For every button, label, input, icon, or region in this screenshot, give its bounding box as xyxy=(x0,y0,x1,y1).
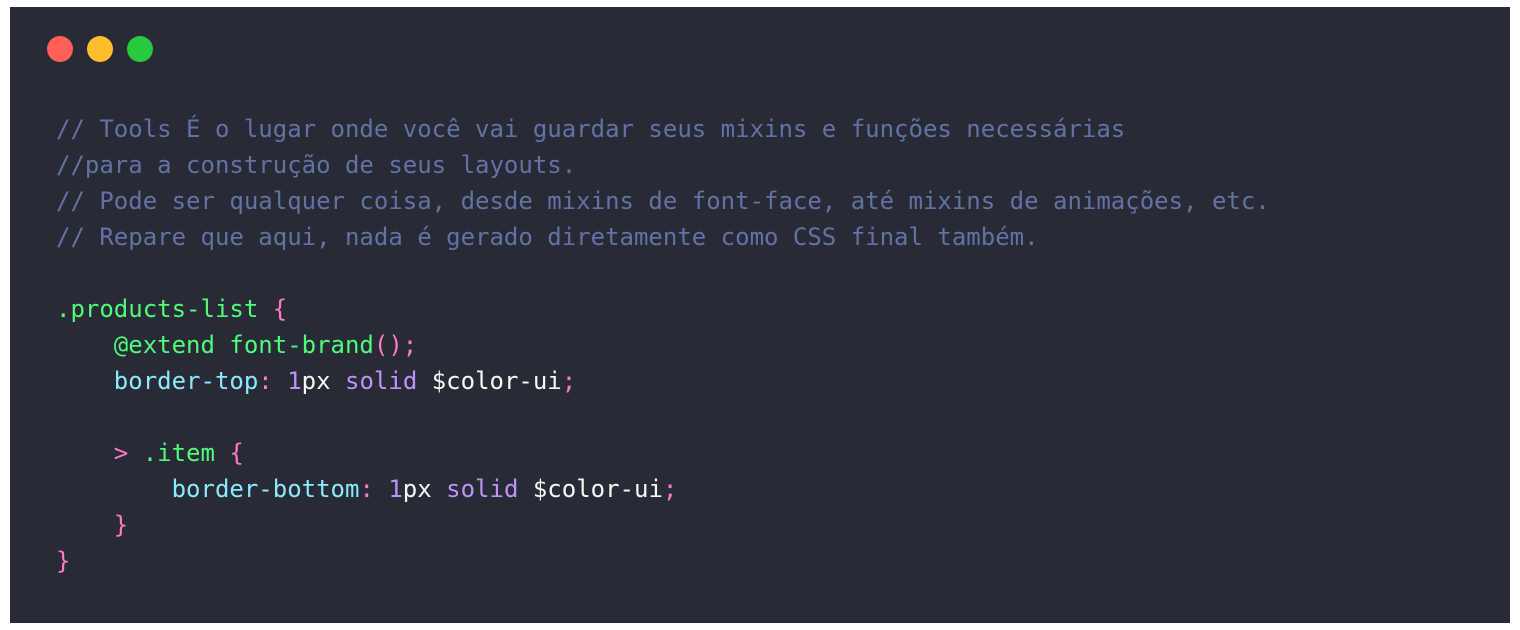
code-line: > .item { xyxy=(56,435,1270,471)
code-token-text: $color-ui xyxy=(518,475,663,503)
code-token-comment: // Tools É o lugar onde você vai guardar… xyxy=(56,115,1126,143)
code-token-number: 1 xyxy=(287,367,302,395)
code-token-keyword: solid xyxy=(446,475,519,503)
code-token-selector: @extend font-brand xyxy=(113,331,374,359)
code-token-text: px xyxy=(402,475,447,503)
code-token-property: border-bottom xyxy=(171,475,360,503)
code-token-brace: : xyxy=(359,475,389,503)
code-token-brace: { xyxy=(272,295,288,323)
code-token-keyword: solid xyxy=(345,367,418,395)
code-line: } xyxy=(56,543,1270,579)
code-token-brace: ; xyxy=(662,475,678,503)
code-token-brace: > xyxy=(113,439,143,467)
code-line: border-top: 1px solid $color-ui; xyxy=(56,363,1270,399)
code-line: // Repare que aqui, nada é gerado direta… xyxy=(56,219,1270,255)
code-line: // Tools É o lugar onde você vai guardar… xyxy=(56,111,1270,147)
code-token-property: border-top xyxy=(113,367,259,395)
code-token-selector: .item xyxy=(142,439,230,467)
maximize-dot-icon[interactable] xyxy=(127,36,153,62)
code-token-comment: // Repare que aqui, nada é gerado direta… xyxy=(56,223,1039,251)
code-token-brace: } xyxy=(113,511,129,539)
code-window: // Tools É o lugar onde você vai guardar… xyxy=(10,7,1510,623)
code-token-brace: ; xyxy=(561,367,577,395)
code-token-brace: { xyxy=(229,439,244,467)
code-token-text: $color-ui xyxy=(417,367,562,395)
code-token-brace: ; xyxy=(402,331,418,359)
code-token-selector: .products-list xyxy=(56,295,273,323)
code-token-comment: // Pode ser qualquer coisa, desde mixins… xyxy=(56,187,1270,215)
code-block: // Tools É o lugar onde você vai guardar… xyxy=(56,111,1270,579)
code-line: .products-list { xyxy=(56,291,1270,327)
code-token-comment: //para a construção de seus layouts. xyxy=(56,151,577,179)
code-token-brace: () xyxy=(373,331,403,359)
code-token-brace: : xyxy=(258,367,288,395)
code-line: border-bottom: 1px solid $color-ui; xyxy=(56,471,1270,507)
code-line: } xyxy=(56,507,1270,543)
code-token-text: px xyxy=(301,367,346,395)
code-line: @extend font-brand(); xyxy=(56,327,1270,363)
close-dot-icon[interactable] xyxy=(47,36,73,62)
code-line: //para a construção de seus layouts. xyxy=(56,147,1270,183)
code-token-number: 1 xyxy=(388,475,403,503)
minimize-dot-icon[interactable] xyxy=(87,36,113,62)
code-line: // Pode ser qualquer coisa, desde mixins… xyxy=(56,183,1270,219)
code-token-brace: } xyxy=(56,547,71,575)
